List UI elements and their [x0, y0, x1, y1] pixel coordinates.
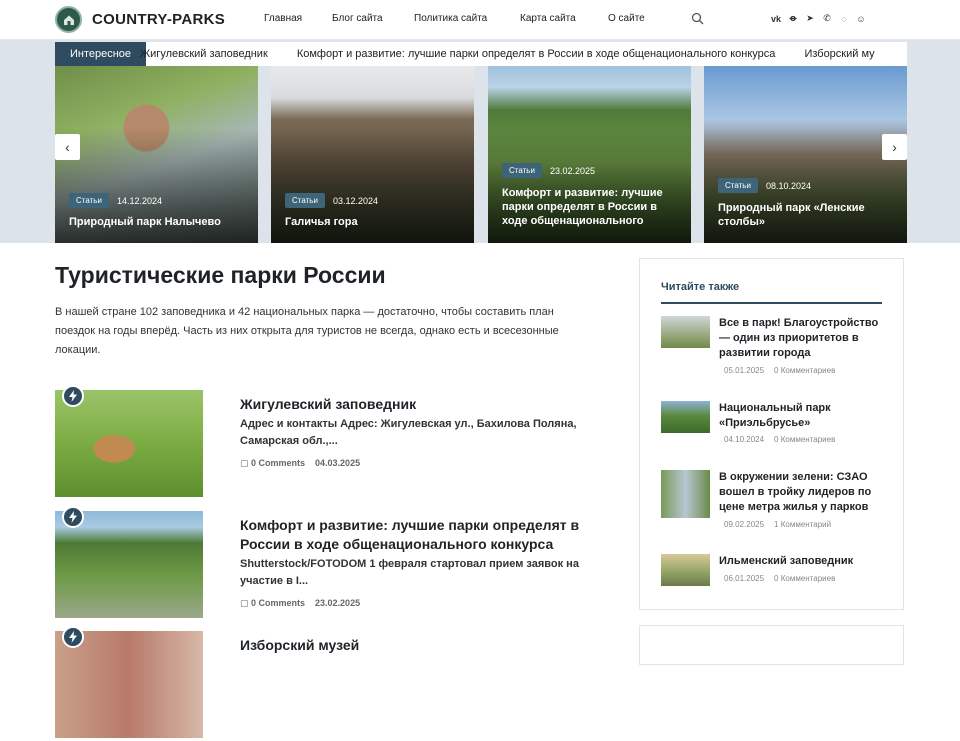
slide-card[interactable]: Статьи 08.10.2024 Природный парк «Ленские…	[704, 66, 907, 243]
ticker-item[interactable]: Комфорт и развитие: лучшие парки определ…	[297, 48, 776, 60]
sidebar-widget-2	[639, 625, 904, 665]
ok-icon[interactable]: ꝋ	[788, 13, 798, 24]
post-card: Комфорт и развитие: лучшие парки определ…	[55, 506, 595, 621]
related-comments[interactable]: 0 Комментариев	[774, 435, 835, 444]
page-title: Туристические парки России	[55, 262, 386, 288]
post-card: Жигулевский заповедник Адрес и контакты …	[55, 385, 595, 500]
nav-blog[interactable]: Блог сайта	[332, 13, 414, 24]
category-badge[interactable]: Статьи	[69, 193, 109, 208]
related-title[interactable]: В окружении зелени: СЗАО вошел в тройку …	[719, 470, 887, 515]
post-title[interactable]: Жигулевский заповедник	[240, 395, 580, 414]
comment-icon: ▢	[240, 598, 252, 608]
logo-text: COUNTRY-PARKS	[92, 11, 226, 28]
logo-icon	[55, 6, 82, 33]
slide-date: 14.12.2024	[116, 195, 162, 206]
profile-icon[interactable]: ☺	[856, 13, 866, 24]
chevron-right-icon: ›	[892, 139, 897, 155]
category-badge[interactable]: Статьи	[502, 163, 542, 178]
related-title[interactable]: Национальный парк «Приэльбрусье»	[719, 401, 887, 431]
related-date: 09.02.2025	[724, 520, 765, 529]
slide-title[interactable]: Галичья гора	[285, 215, 464, 229]
comment-icon: ▢	[240, 458, 252, 468]
ticker-item[interactable]: Изборский му	[804, 48, 874, 60]
sidebar-widget: Читайте также Все в парк! Благоустройств…	[639, 258, 904, 610]
related-thumbnail[interactable]	[661, 316, 710, 348]
slide-card[interactable]: Статьи 03.12.2024 Галичья гора	[271, 66, 474, 243]
slide-card[interactable]: Статьи 23.02.2025 Комфорт и развитие: луч…	[488, 66, 691, 243]
post-card: Изборский музей	[55, 626, 595, 741]
search-icon[interactable]	[691, 12, 704, 25]
telegram-icon[interactable]: ➤	[805, 13, 815, 24]
bolt-icon	[62, 626, 84, 648]
post-title[interactable]: Комфорт и развитие: лучшие парки определ…	[240, 516, 580, 554]
widget-divider	[661, 302, 882, 304]
related-title[interactable]: Ильменский заповедник	[719, 554, 887, 569]
slide-title[interactable]: Природный парк «Ленские столбы»	[718, 201, 897, 229]
related-date: 05.01.2025	[724, 366, 765, 375]
related-title[interactable]: Все в парк! Благоустройство — один из пр…	[719, 316, 887, 361]
post-comments[interactable]: ▢ 0 Comments	[240, 454, 305, 473]
ticker-item[interactable]: Жигулевский заповедник	[140, 48, 268, 60]
main-nav: Главная Блог сайта Политика сайта Карта …	[264, 13, 645, 24]
phone-icon[interactable]: ✆	[822, 13, 832, 24]
site-header: COUNTRY-PARKS Главная Блог сайта Политик…	[0, 0, 960, 40]
comments-count: 0 Comments	[251, 598, 306, 608]
slide-card[interactable]: Статьи 14.12.2024 Природный парк Налычево	[55, 66, 258, 243]
bolt-icon	[62, 506, 84, 528]
nav-policy[interactable]: Политика сайта	[414, 13, 520, 24]
related-date: 06.01.2025	[724, 574, 765, 583]
related-comments[interactable]: 1 Комментарий	[774, 520, 831, 529]
ticker-label: Интересное	[55, 42, 146, 66]
post-excerpt: Shutterstock/FOTODOM 1 февраля стартовал…	[240, 558, 579, 587]
nav-home[interactable]: Главная	[264, 13, 332, 24]
related-comments[interactable]: 0 Комментариев	[774, 366, 835, 375]
nav-about[interactable]: О сайте	[608, 13, 645, 24]
post-date: 23.02.2025	[315, 598, 361, 608]
slide-date: 23.02.2025	[549, 165, 595, 176]
post-title[interactable]: Изборский музей	[240, 636, 580, 655]
site-logo[interactable]: COUNTRY-PARKS	[55, 6, 225, 33]
category-badge[interactable]: Статьи	[285, 193, 325, 208]
related-thumbnail[interactable]	[661, 470, 710, 518]
vk-icon[interactable]: vk	[771, 13, 781, 24]
related-thumbnail[interactable]	[661, 554, 710, 586]
category-badge[interactable]: Статьи	[718, 178, 758, 193]
whatsapp-icon[interactable]: ◌	[839, 13, 849, 24]
slider-next-button[interactable]: ›	[882, 134, 907, 160]
slide-date: 03.12.2024	[332, 195, 378, 206]
post-date: 04.03.2025	[315, 458, 361, 468]
bolt-icon	[62, 385, 84, 407]
slider-prev-button[interactable]: ‹	[55, 134, 80, 160]
slide-title[interactable]: Природный парк Налычево	[69, 215, 248, 229]
slide-title[interactable]: Комфорт и развитие: лучшие парки определ…	[502, 186, 681, 228]
page-intro: В нашей стране 102 заповедника и 42 наци…	[55, 306, 559, 356]
nav-sitemap[interactable]: Карта сайта	[520, 13, 608, 24]
post-comments[interactable]: ▢ 0 Comments	[240, 594, 305, 613]
widget-title: Читайте также	[661, 281, 740, 293]
news-ticker: Интересное Жигулевский заповедник Комфор…	[55, 42, 907, 66]
chevron-left-icon: ‹	[65, 139, 70, 155]
post-excerpt: Адрес и контакты Адрес: Жигулевская ул.,…	[240, 418, 577, 447]
slide-date: 08.10.2024	[765, 180, 811, 191]
related-thumbnail[interactable]	[661, 401, 710, 433]
related-comments[interactable]: 0 Комментариев	[774, 574, 835, 583]
related-date: 04.10.2024	[724, 435, 765, 444]
social-links: vk ꝋ ➤ ✆ ◌ ☺	[771, 13, 866, 24]
comments-count: 0 Comments	[251, 458, 306, 468]
